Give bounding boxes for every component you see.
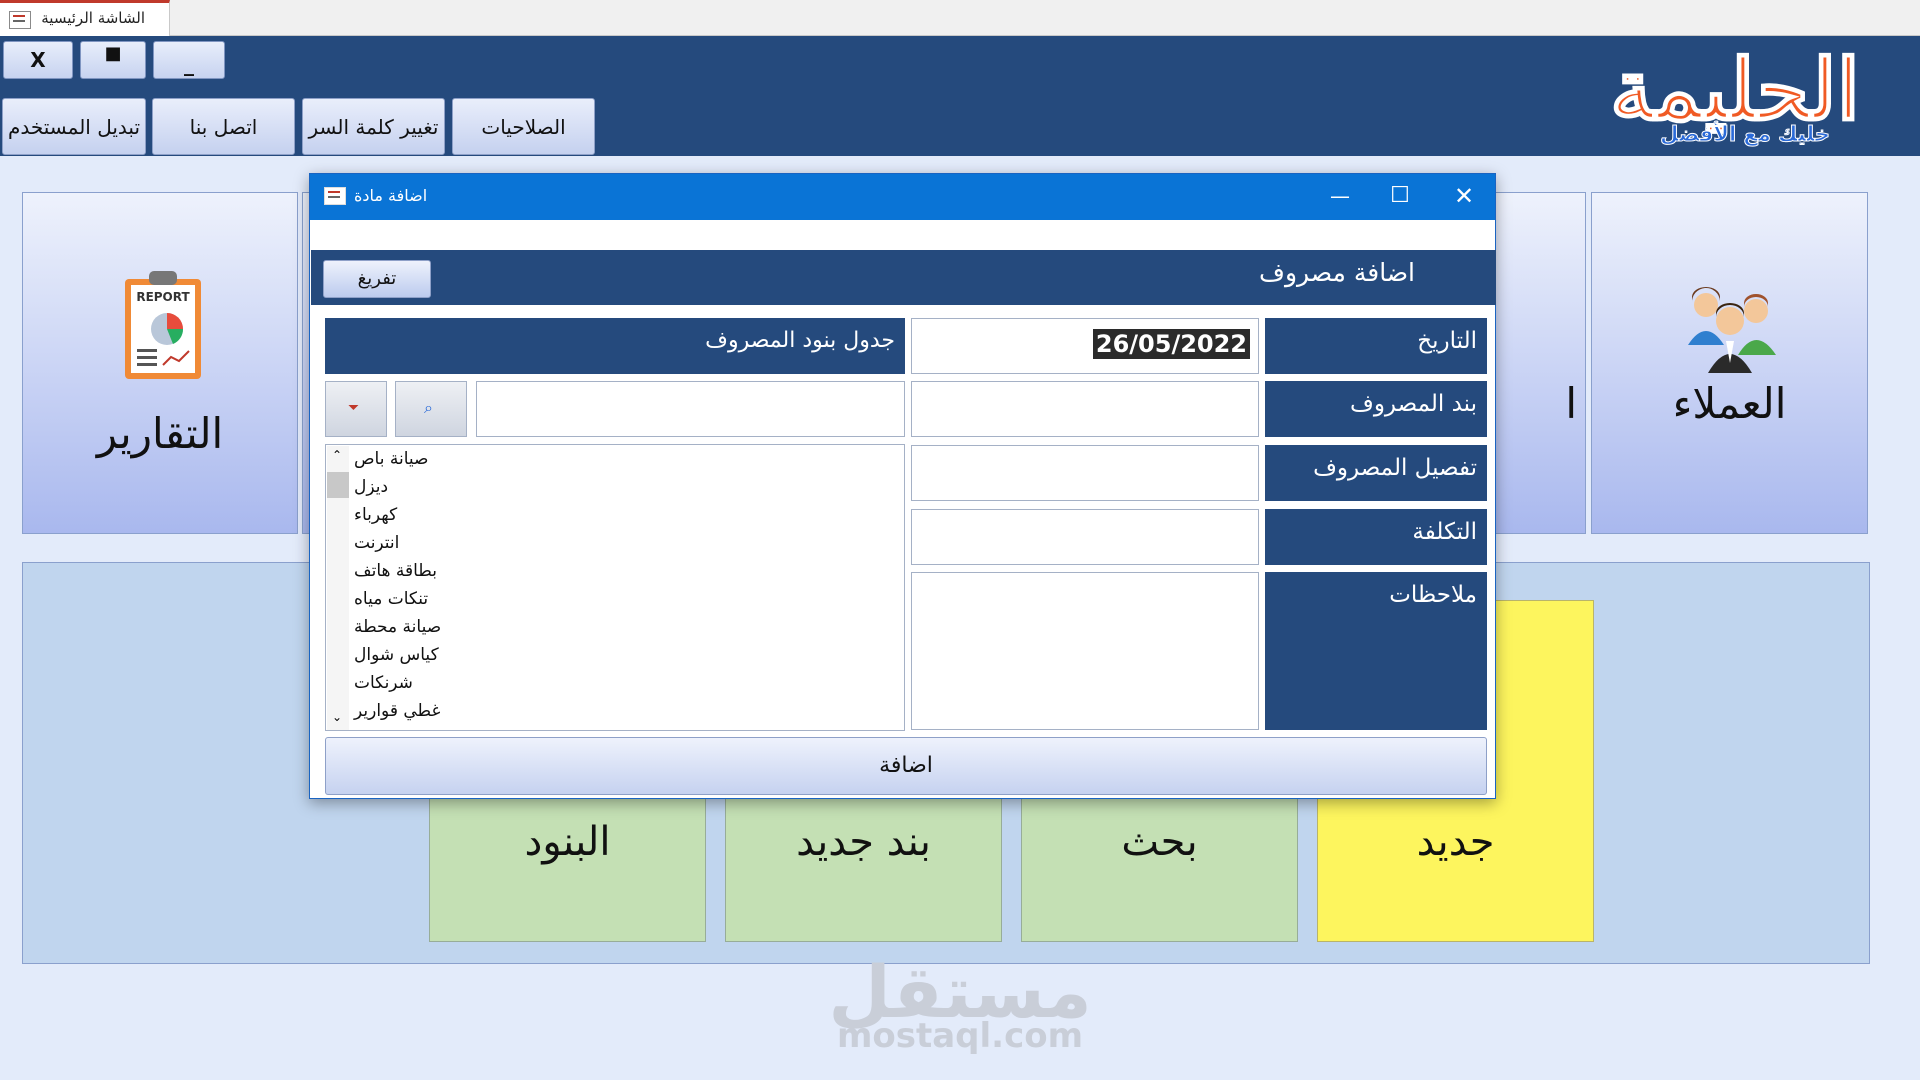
switch-user-button[interactable]: تبديل المستخدم	[2, 98, 146, 155]
list-item[interactable]: صيانة محطة	[354, 613, 441, 641]
list-item[interactable]: كهرباء	[354, 501, 397, 529]
clear-button[interactable]: تفريغ	[323, 260, 431, 298]
change-password-button[interactable]: تغيير كلمة السر	[302, 98, 445, 155]
customers-tile[interactable]: العملاء	[1591, 192, 1868, 534]
list-scrollbar[interactable]: ⌃ ⌄	[327, 446, 349, 730]
document-tab-strip	[0, 0, 1920, 36]
form-icon	[324, 187, 346, 205]
list-item[interactable]: انترنت	[354, 529, 399, 557]
reports-tile[interactable]: REPORT التقارير	[22, 192, 298, 534]
list-item[interactable]: بطاقة هاتف	[354, 557, 437, 585]
list-item[interactable]: كياس شوال	[354, 641, 439, 669]
date-field[interactable]: 26/05/2022	[911, 318, 1259, 374]
list-item[interactable]: ديزل	[354, 473, 388, 501]
date-label: التاريخ	[1265, 318, 1487, 374]
scroll-up-icon[interactable]: ⌃	[332, 448, 342, 462]
dialog-close-icon[interactable]: ✕	[1434, 174, 1494, 220]
scroll-thumb[interactable]	[327, 472, 349, 498]
close-app-button[interactable]: X	[3, 41, 73, 79]
maximize-app-button[interactable]: ■	[80, 41, 146, 79]
cost-field[interactable]	[911, 509, 1259, 565]
report-icon: REPORT	[125, 271, 201, 379]
add-expense-dialog: اضافة مادة — ☐ ✕ اضافة مصروف تفريغ التار…	[309, 173, 1496, 799]
items-tile-label: البنود	[524, 819, 611, 865]
notes-label: ملاحظات	[1265, 572, 1487, 730]
reports-tile-label: التقارير	[96, 409, 224, 458]
add-button[interactable]: اضافة	[325, 737, 1487, 795]
minimize-app-button[interactable]: _	[153, 41, 225, 79]
logo-slogan-text: خليك مع الأفضل	[1660, 122, 1831, 147]
date-value: 26/05/2022	[1092, 329, 1250, 359]
expense-items-list[interactable]: ⌃ ⌄ صيانة باص ديزل كهرباء انترنت بطاقة ه…	[325, 444, 905, 731]
contact-us-button[interactable]: اتصل بنا	[152, 98, 295, 155]
expense-item-label: بند المصروف	[1265, 381, 1487, 437]
new-item-tile-label: بند جديد	[796, 819, 931, 865]
dialog-title: اضافة مادة	[354, 186, 428, 205]
search-tile-label: بحث	[1121, 819, 1198, 865]
expense-table-header: جدول بنود المصروف	[325, 318, 905, 374]
expense-detail-field[interactable]	[911, 445, 1259, 501]
expense-detail-label: تفصيل المصروف	[1265, 445, 1487, 501]
app-logo: الحليمة خليك مع الأفضل	[1530, 39, 1870, 152]
tab-label: الشاشة الرئيسية	[41, 9, 145, 27]
form-icon	[9, 11, 31, 29]
watermark-latin: mostaql.com	[836, 1016, 1084, 1056]
svg-text:REPORT: REPORT	[136, 290, 190, 304]
cost-label: التكلفة	[1265, 509, 1487, 565]
partial-tile[interactable]: ا	[1494, 192, 1586, 534]
dialog-minimize-icon[interactable]: —	[1310, 174, 1370, 220]
list-item[interactable]: صيانة باص	[354, 445, 428, 473]
search-icon: ⌕	[424, 398, 433, 417]
dialog-maximize-icon[interactable]: ☐	[1370, 174, 1430, 220]
permissions-button[interactable]: الصلاحيات	[452, 98, 595, 155]
partial-tile-label: ا	[1565, 379, 1577, 428]
search-button[interactable]: ⌕	[395, 381, 467, 437]
list-item[interactable]: شرنكات	[354, 669, 413, 697]
dialog-title-bar: اضافة مادة — ☐ ✕	[310, 174, 1495, 220]
notes-field[interactable]	[911, 572, 1259, 730]
customers-icon	[1688, 287, 1776, 373]
list-item[interactable]: تنكات مياه	[354, 585, 428, 613]
tab-main-screen[interactable]: الشاشة الرئيسية	[0, 0, 170, 36]
clear-filter-button[interactable]: ⏷	[325, 381, 387, 437]
search-input[interactable]	[476, 381, 905, 437]
clear-filter-icon: ⏷	[348, 400, 360, 416]
new-tile-label: جديد	[1416, 819, 1495, 865]
expense-item-field[interactable]	[911, 381, 1259, 437]
scroll-down-icon[interactable]: ⌄	[332, 710, 342, 724]
dialog-heading: اضافة مصروف	[1259, 258, 1415, 287]
customers-tile-label: العملاء	[1672, 379, 1787, 428]
list-item[interactable]: غطي قوارير	[354, 697, 440, 725]
